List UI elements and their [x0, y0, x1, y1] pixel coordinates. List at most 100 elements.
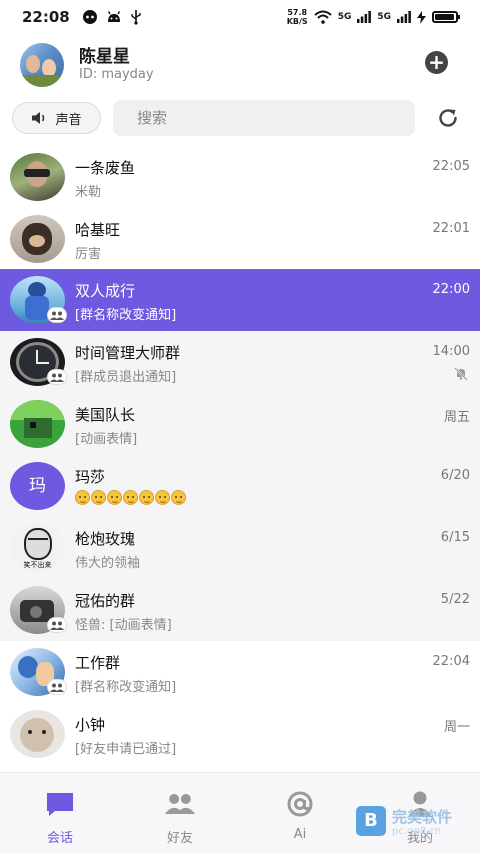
conversation-preview: 米勒 [75, 185, 102, 200]
tab-label: 会话 [46, 831, 73, 846]
conversation-title: 工作群 [75, 654, 121, 672]
conversation-title: 时间管理大师群 [75, 344, 181, 362]
user-name: 陈星星 [79, 47, 130, 67]
conversation-time: 周一 [443, 720, 470, 735]
status-bar: 22:08 57.8 KB/S 5G 5G [0, 0, 480, 34]
add-button[interactable]: + [425, 51, 448, 74]
sound-label: 声音 [55, 112, 82, 128]
conversation-time: 5/22 [440, 592, 470, 607]
signal-1-label: 5G [337, 12, 352, 22]
emoji-icon [171, 490, 186, 505]
conversation-list: 一条废鱼 米勒 22:05 哈基旺 厉害 22:01 双人成行 [群名称改变通知… [0, 146, 480, 772]
tab-label: Ai [293, 827, 307, 842]
conversation-preview: [群名称改变通知] [75, 680, 177, 695]
conversation-title: 玛莎 [75, 468, 106, 486]
conversation-time: 22:01 [432, 221, 470, 236]
conversation-time: 周五 [443, 410, 470, 425]
conversation-time: 14:00 [432, 344, 470, 359]
conversation-time: 22:05 [432, 159, 470, 174]
conversation-title: 美国队长 [75, 406, 136, 424]
muted-bell-icon [454, 367, 468, 381]
conversation-preview: [群名称改变通知] [75, 308, 177, 323]
tab-label: 好友 [166, 831, 193, 846]
conversation-row[interactable]: 冠佑的群 怪兽: [动画表情] 5/22 [0, 579, 480, 641]
network-speed-unit: KB/S [286, 17, 308, 26]
group-badge [47, 307, 67, 323]
conversation-row[interactable]: 笑不出来 枪炮玫瑰 伟大的领袖 6/15 [0, 517, 480, 579]
user-id: ID: mayday [79, 67, 154, 82]
watermark-logo: B [356, 806, 386, 836]
signal-2-label: 5G [377, 12, 391, 22]
conversation-row[interactable]: 工作群 [群名称改变通知] 22:04 [0, 641, 480, 703]
conversation-preview [75, 490, 186, 505]
cell-signal-2-icon [397, 11, 411, 23]
refresh-icon[interactable] [436, 106, 460, 130]
conversation-title: 双人成行 [75, 282, 136, 300]
conversation-avatar [10, 153, 65, 201]
conversation-row[interactable]: 小钟 [好友申请已通过] 周一 [0, 703, 480, 765]
group-icon [50, 373, 64, 382]
conversation-time: 6/20 [440, 468, 470, 483]
conversation-row-active[interactable]: 双人成行 [群名称改变通知] 22:00 [0, 269, 480, 331]
conversation-row[interactable]: 时间管理大师群 [群成员退出通知] 14:00 [0, 331, 480, 393]
conversation-title: 枪炮玫瑰 [75, 530, 136, 548]
wifi-icon [314, 10, 332, 24]
conversation-time: 22:04 [432, 654, 470, 669]
group-icon [50, 621, 64, 630]
group-badge [47, 679, 67, 695]
emoji-icon [123, 490, 138, 505]
conversation-title: 冠佑的群 [75, 592, 136, 610]
group-icon [50, 683, 64, 692]
watermark-text: 完美软件 [392, 808, 453, 826]
status-notification-icons [82, 9, 142, 25]
emoji-icon [107, 490, 122, 505]
watermark-url: pc.qq8.cn [392, 826, 442, 837]
message-notification-icon [82, 10, 97, 24]
charging-bolt-icon [417, 10, 426, 24]
at-sign-icon [287, 791, 313, 817]
tab-conversations[interactable]: 会话 [20, 791, 100, 846]
profile-header: 陈星星 ID: mayday + [0, 40, 480, 87]
cell-signal-1-icon [357, 11, 372, 23]
conversation-avatar [10, 710, 65, 758]
android-icon [107, 11, 120, 22]
conversation-avatar [10, 400, 65, 448]
network-speed: 57.8 KB/S [287, 8, 308, 26]
conversation-preview: 厉害 [75, 247, 102, 262]
user-avatar[interactable] [20, 43, 64, 87]
tab-ai[interactable]: Ai [260, 791, 340, 842]
conversation-row[interactable]: 美国队长 [动画表情] 周五 [0, 393, 480, 455]
emoji-icon [139, 490, 154, 505]
conversation-preview: [动画表情] [75, 432, 138, 447]
conversation-preview: [群成员退出通知] [75, 370, 177, 385]
conversation-title: 哈基旺 [75, 221, 121, 239]
conversation-avatar [10, 215, 65, 263]
status-system-icons: 57.8 KB/S 5G 5G [287, 8, 460, 26]
emoji-icon [155, 490, 170, 505]
search-input[interactable]: 搜索 [113, 100, 415, 136]
battery-icon [432, 11, 460, 23]
conversation-row[interactable]: 哈基旺 厉害 22:01 [0, 208, 480, 270]
sound-toggle-button[interactable]: 声音 [12, 102, 101, 134]
conversation-title: 一条废鱼 [75, 159, 136, 177]
conversation-row[interactable]: 玛 玛莎 6/20 [0, 455, 480, 517]
conversation-avatar: 玛 [10, 462, 65, 510]
group-badge [47, 617, 67, 633]
avatar-caption: 笑不出来 [23, 561, 52, 569]
watermark: B 完美软件 pc.qq8.cn [356, 806, 476, 842]
conversation-row[interactable]: 一条废鱼 米勒 22:05 [0, 146, 480, 208]
emoji-icon [91, 490, 106, 505]
emoji-preview [75, 490, 186, 505]
group-badge [47, 369, 67, 385]
speaker-icon [32, 112, 45, 124]
avatar-initial: 玛 [29, 476, 46, 496]
conversation-preview: 伟大的领袖 [75, 556, 141, 571]
conversation-avatar: 笑不出来 [10, 524, 65, 572]
network-speed-value: 57.8 [287, 8, 308, 17]
conversation-time: 6/15 [440, 530, 470, 545]
usb-icon [131, 10, 141, 25]
toolbar: 声音 搜索 [0, 100, 480, 136]
status-time: 22:08 [22, 8, 70, 26]
emoji-icon [75, 490, 90, 505]
tab-friends[interactable]: 好友 [140, 791, 220, 846]
